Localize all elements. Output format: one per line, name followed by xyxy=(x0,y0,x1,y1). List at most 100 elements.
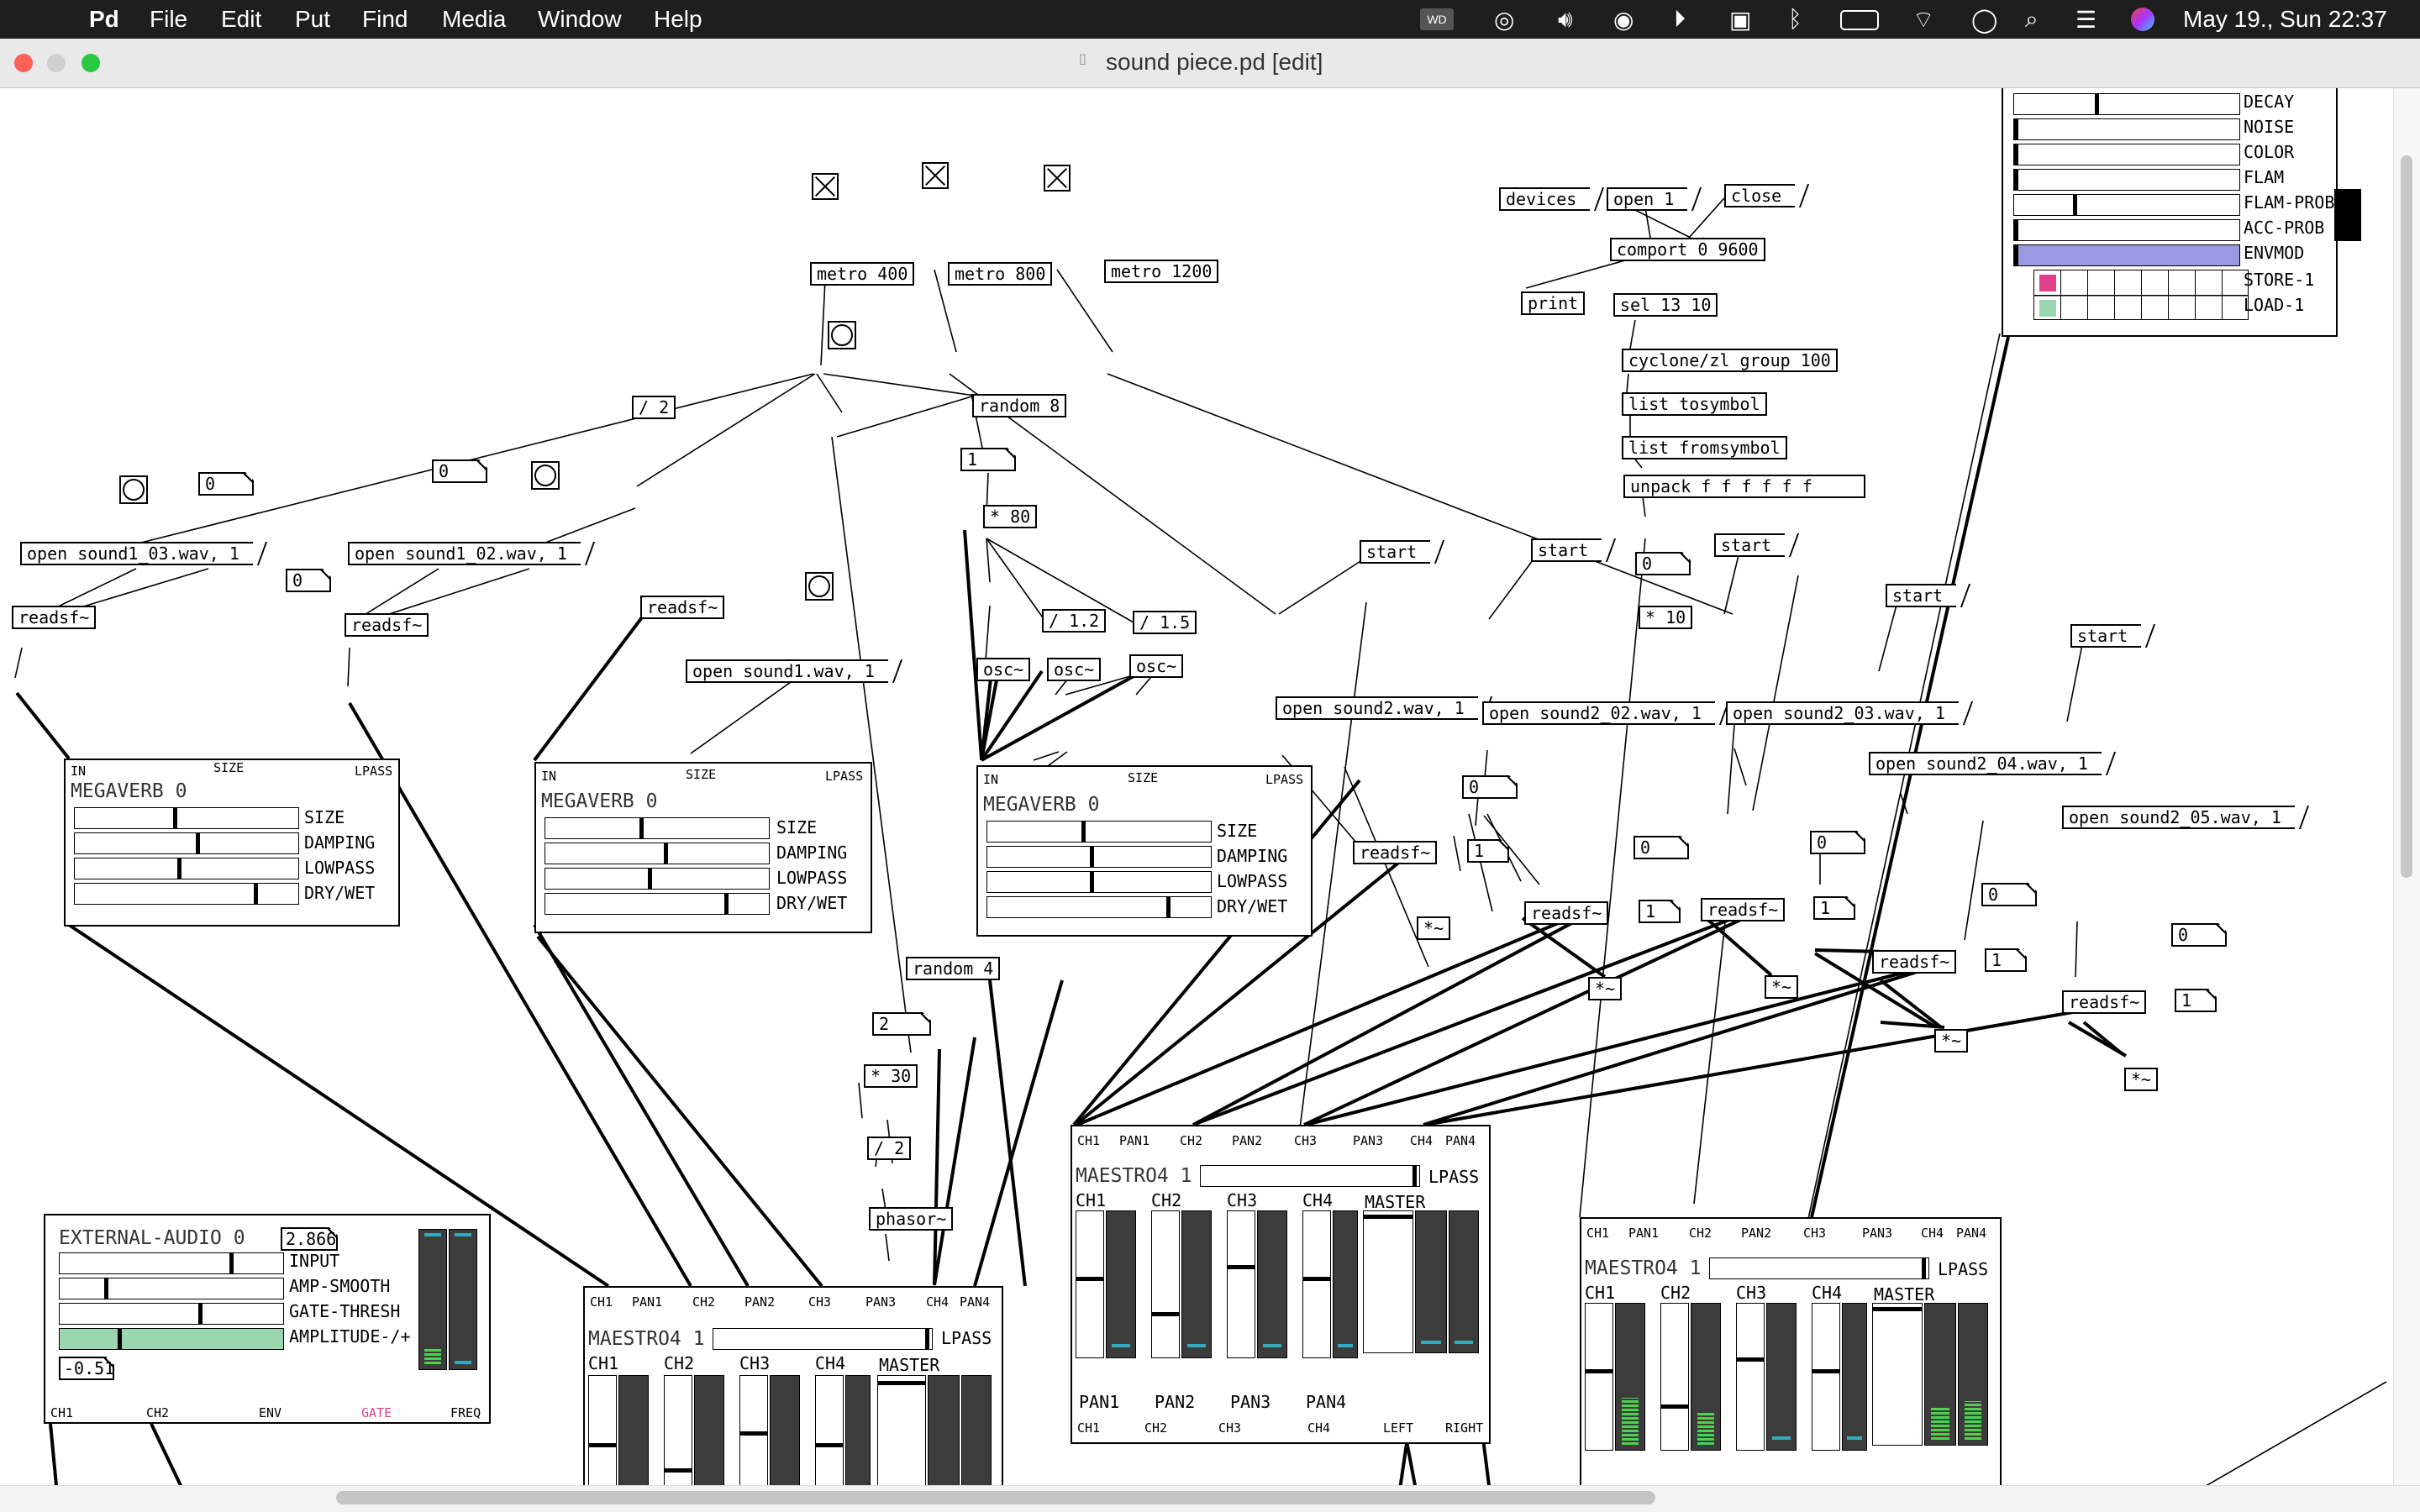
open-sound2-05-message[interactable]: open sound2_05.wav, 1 xyxy=(2062,806,2303,829)
list-tosymbol-object[interactable]: list tosymbol xyxy=(1622,392,1767,416)
number-box[interactable]: 0 xyxy=(286,569,331,592)
input-slider[interactable] xyxy=(59,1252,284,1274)
close-message[interactable]: close xyxy=(1724,184,1804,207)
app-menu[interactable]: Pd xyxy=(89,6,119,33)
number-box[interactable]: 1 xyxy=(1813,896,1855,920)
color-slider[interactable] xyxy=(2013,144,2240,165)
bang-sound1-02[interactable] xyxy=(531,461,560,490)
size-slider[interactable] xyxy=(74,807,299,829)
size-slider[interactable] xyxy=(986,821,1212,843)
sel-object[interactable]: sel 13 10 xyxy=(1613,293,1718,317)
open-sound1-02-message[interactable]: open sound1_02.wav, 1 xyxy=(348,542,589,565)
size-slider[interactable] xyxy=(544,817,770,839)
div-2-object[interactable]: / 2 xyxy=(632,396,676,419)
screen-icon[interactable]: ▣ xyxy=(1729,6,1751,34)
damping-slider[interactable] xyxy=(986,846,1212,868)
control-center-icon[interactable]: ☰ xyxy=(2075,6,2096,34)
osc-object-3[interactable]: osc~ xyxy=(1129,654,1184,678)
readsf-object-6[interactable]: readsf~ xyxy=(1701,898,1786,921)
vertical-scrollbar[interactable] xyxy=(2393,88,2420,1485)
creative-cloud-icon[interactable]: ◎ xyxy=(1494,6,1514,34)
readsf-object-4[interactable]: readsf~ xyxy=(1353,841,1438,864)
lowpass-slider[interactable] xyxy=(544,868,770,890)
comport-object[interactable]: comport 0 9600 xyxy=(1610,238,1765,261)
decay-slider[interactable] xyxy=(2013,93,2240,115)
user-icon[interactable]: ◯ xyxy=(1971,6,1997,34)
number-box[interactable]: 2.866 xyxy=(281,1227,338,1251)
unpack-object[interactable]: unpack f f f f f f xyxy=(1623,475,1865,498)
noise-slider[interactable] xyxy=(2013,118,2240,140)
mul-sig-object-5[interactable]: *~ xyxy=(2124,1068,2159,1091)
menu-window[interactable]: Window xyxy=(538,6,622,33)
amp-smooth-slider[interactable] xyxy=(59,1278,284,1299)
number-box[interactable]: 0 xyxy=(1635,552,1691,575)
number-box[interactable]: 1 xyxy=(2175,989,2217,1012)
zl-group-object[interactable]: cyclone/zl group 100 xyxy=(1622,349,1838,372)
drywet-slider[interactable] xyxy=(544,893,770,915)
search-icon[interactable]: ⌕ xyxy=(2025,6,2039,34)
open-sound1-03-message[interactable]: open sound1_03.wav, 1 xyxy=(20,542,261,565)
volume-icon[interactable]: 🔊︎ xyxy=(1558,6,1573,34)
bang-metro[interactable] xyxy=(828,321,856,349)
ch3-fader[interactable] xyxy=(1227,1210,1255,1358)
mul-sig-object-4[interactable]: *~ xyxy=(1934,1029,1969,1053)
play-icon[interactable]: ⏵ xyxy=(1674,6,1686,34)
number-box[interactable]: 1 xyxy=(1639,900,1681,923)
master-fader[interactable] xyxy=(1872,1303,1923,1446)
envmod-slider[interactable] xyxy=(2013,244,2240,266)
ch1-fader[interactable] xyxy=(1076,1210,1104,1358)
damping-slider[interactable] xyxy=(74,832,299,854)
lpass-slider[interactable] xyxy=(1709,1257,1929,1279)
horizontal-scrollbar[interactable] xyxy=(0,1485,2420,1512)
horizontal-scroll-thumb[interactable] xyxy=(336,1491,1655,1504)
wd-drive-icon[interactable]: WD xyxy=(1420,8,1454,30)
ch2-fader[interactable] xyxy=(1660,1303,1689,1451)
random-8-object[interactable]: random 8 xyxy=(972,394,1067,417)
siri-icon[interactable] xyxy=(2131,8,2154,31)
number-box[interactable]: 0 xyxy=(2171,923,2227,947)
toggle-metro-800[interactable] xyxy=(922,162,949,189)
amplitude-slider[interactable] xyxy=(59,1328,284,1350)
start-message[interactable]: start xyxy=(1360,540,1439,564)
number-box[interactable]: 0 xyxy=(1981,883,2037,906)
clock[interactable]: May 19., Sun 22:37 xyxy=(2183,6,2387,33)
start-message[interactable]: start xyxy=(1886,584,1965,607)
number-box[interactable]: -0.51 xyxy=(59,1357,114,1380)
readsf-object-1[interactable]: readsf~ xyxy=(12,606,97,629)
osc-object-1[interactable]: osc~ xyxy=(976,658,1031,681)
number-box[interactable]: 0 xyxy=(1810,831,1865,854)
random-4-object[interactable]: random 4 xyxy=(906,957,1001,980)
div-2-object-b[interactable]: / 2 xyxy=(867,1137,912,1160)
open-sound2-03-message[interactable]: open sound2_03.wav, 1 xyxy=(1726,701,1967,725)
devices-message[interactable]: devices xyxy=(1499,187,1599,211)
menu-put[interactable]: Put xyxy=(295,6,330,33)
close-window-button[interactable] xyxy=(14,54,33,72)
metro-400-object[interactable]: metro 400 xyxy=(810,262,915,286)
number-box[interactable]: 1 xyxy=(960,448,1016,471)
lowpass-slider[interactable] xyxy=(74,858,299,879)
airdrop-icon[interactable]: ◉ xyxy=(1613,6,1634,34)
print-object[interactable]: print xyxy=(1521,291,1586,315)
start-message[interactable]: start xyxy=(2070,624,2150,648)
preset-grid[interactable] xyxy=(2033,270,2249,320)
open-1-message[interactable]: open 1 xyxy=(1607,187,1697,211)
store-preset-cell[interactable] xyxy=(2039,275,2056,291)
list-fromsymbol-object[interactable]: list fromsymbol xyxy=(1622,436,1787,459)
ch4-fader[interactable] xyxy=(1812,1303,1840,1451)
drywet-slider[interactable] xyxy=(986,896,1212,918)
readsf-object-3[interactable]: readsf~ xyxy=(640,596,725,619)
readsf-object-2[interactable]: readsf~ xyxy=(345,613,429,637)
mul-sig-object-3[interactable]: *~ xyxy=(1765,975,1799,999)
metro-1200-object[interactable]: metro 1200 xyxy=(1104,260,1219,283)
menu-help[interactable]: Help xyxy=(654,6,702,33)
menu-media[interactable]: Media xyxy=(442,6,506,33)
ch2-fader[interactable] xyxy=(1151,1210,1180,1358)
minimize-window-button[interactable] xyxy=(47,54,66,72)
menu-edit[interactable]: Edit xyxy=(221,6,261,33)
toggle-metro-400[interactable] xyxy=(812,173,839,200)
number-box[interactable]: 2 xyxy=(872,1012,931,1036)
div-1-5-object[interactable]: / 1.5 xyxy=(1133,611,1197,634)
div-1-2-object[interactable]: / 1.2 xyxy=(1042,609,1107,633)
ch3-fader[interactable] xyxy=(1736,1303,1765,1451)
mul-80-object[interactable]: * 80 xyxy=(983,505,1038,528)
